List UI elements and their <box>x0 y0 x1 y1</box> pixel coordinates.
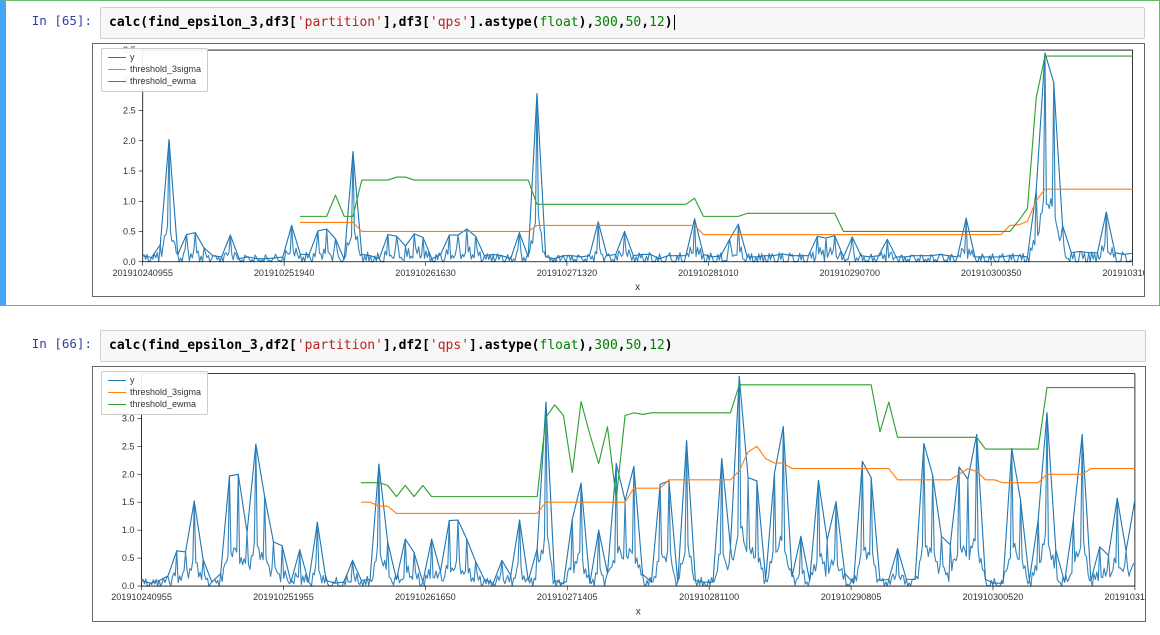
code-token: , <box>641 338 649 353</box>
code-input[interactable]: calc(find_epsilon_3,df2['partition'],df2… <box>100 330 1146 362</box>
code-token: , <box>618 338 626 353</box>
svg-text:1.0: 1.0 <box>122 525 135 535</box>
legend-swatch <box>108 380 126 381</box>
svg-text:0.0: 0.0 <box>123 257 136 267</box>
legend-swatch <box>108 81 126 82</box>
legend-label: y <box>130 51 135 63</box>
svg-text:1.5: 1.5 <box>122 497 135 507</box>
legend-label: threshold_ewma <box>130 75 196 87</box>
legend-label: y <box>130 374 135 386</box>
svg-text:2.0: 2.0 <box>123 136 136 146</box>
svg-text:0.0: 0.0 <box>122 581 135 591</box>
code-token: 'partition' <box>297 15 383 30</box>
svg-text:201910290805: 201910290805 <box>821 592 882 602</box>
code-token: ].astype( <box>469 338 539 353</box>
code-token: float <box>540 15 579 30</box>
svg-text:201910310315: 201910310315 <box>1105 592 1145 602</box>
legend-swatch <box>108 57 126 58</box>
legend-swatch <box>108 404 126 405</box>
code-token: 'qps' <box>430 15 469 30</box>
code-token: 50 <box>626 338 642 353</box>
svg-text:201910271320: 201910271320 <box>537 268 597 278</box>
code-token: , <box>641 15 649 30</box>
code-token: calc(find_epsilon_3,df3[ <box>109 15 297 30</box>
code-token: , <box>618 15 626 30</box>
legend-label: threshold_3sigma <box>130 386 201 398</box>
legend-swatch <box>108 392 126 393</box>
svg-text:201910290700: 201910290700 <box>820 268 880 278</box>
svg-text:201910251955: 201910251955 <box>253 592 314 602</box>
legend-item: threshold_ewma <box>108 75 201 87</box>
code-token: 300 <box>594 15 617 30</box>
svg-text:0.5: 0.5 <box>122 553 135 563</box>
code-token: 'partition' <box>297 338 383 353</box>
code-token: 12 <box>649 15 665 30</box>
legend-label: threshold_3sigma <box>130 63 201 75</box>
code-token: 50 <box>626 15 642 30</box>
svg-text:2.0: 2.0 <box>122 469 135 479</box>
svg-text:201910281010: 201910281010 <box>678 268 738 278</box>
svg-text:201910240955: 201910240955 <box>111 592 172 602</box>
code-token: ],df3[ <box>383 15 430 30</box>
code-token: 300 <box>594 338 617 353</box>
chart-legend: ythreshold_3sigmathreshold_ewma <box>101 371 208 415</box>
code-input[interactable]: calc(find_epsilon_3,df3['partition'],df3… <box>100 7 1145 39</box>
svg-text:201910281100: 201910281100 <box>679 592 739 602</box>
text-cursor <box>674 15 675 30</box>
notebook-cell[interactable]: In [65]:calc(find_epsilon_3,df3['partiti… <box>0 0 1160 306</box>
legend-item: threshold_ewma <box>108 398 201 410</box>
legend-item: y <box>108 51 201 63</box>
legend-item: threshold_3sigma <box>108 63 201 75</box>
code-token: 'qps' <box>430 338 469 353</box>
svg-text:x: x <box>636 606 641 617</box>
code-token: ].astype( <box>469 15 539 30</box>
code-token: ],df2[ <box>383 338 430 353</box>
notebook-cell[interactable]: In [66]:calc(find_epsilon_3,df2['partiti… <box>0 324 1160 630</box>
chart-output: 0.00.51.01.52.02.53.03.52019102409552019… <box>92 43 1145 297</box>
legend-item: threshold_3sigma <box>108 386 201 398</box>
svg-text:201910310200: 201910310200 <box>1102 268 1144 278</box>
code-token: calc(find_epsilon_3,df2[ <box>109 338 297 353</box>
cell-prompt: In [66]: <box>6 330 100 351</box>
svg-text:201910300520: 201910300520 <box>963 592 1024 602</box>
svg-text:201910261630: 201910261630 <box>395 268 455 278</box>
svg-text:201910271405: 201910271405 <box>537 592 598 602</box>
code-token: float <box>540 338 579 353</box>
svg-text:1.5: 1.5 <box>123 166 136 176</box>
chart-output: 0.00.51.01.52.02.53.03.52019102409552019… <box>92 366 1146 622</box>
legend-swatch <box>108 69 126 70</box>
svg-text:201910251940: 201910251940 <box>254 268 314 278</box>
svg-text:2.5: 2.5 <box>122 441 135 451</box>
code-token: ) <box>665 338 673 353</box>
svg-text:0.5: 0.5 <box>123 227 136 237</box>
svg-text:x: x <box>635 282 640 293</box>
code-token: ), <box>579 15 595 30</box>
code-token: 12 <box>649 338 665 353</box>
svg-text:2.5: 2.5 <box>123 106 136 116</box>
code-token: ), <box>579 338 595 353</box>
legend-label: threshold_ewma <box>130 398 196 410</box>
svg-text:201910261650: 201910261650 <box>395 592 456 602</box>
svg-text:201910300350: 201910300350 <box>961 268 1021 278</box>
chart-legend: ythreshold_3sigmathreshold_ewma <box>101 48 208 92</box>
legend-item: y <box>108 374 201 386</box>
code-token: ) <box>665 15 673 30</box>
svg-text:201910240955: 201910240955 <box>112 268 172 278</box>
cell-prompt: In [65]: <box>6 7 100 28</box>
svg-text:1.0: 1.0 <box>123 196 136 206</box>
